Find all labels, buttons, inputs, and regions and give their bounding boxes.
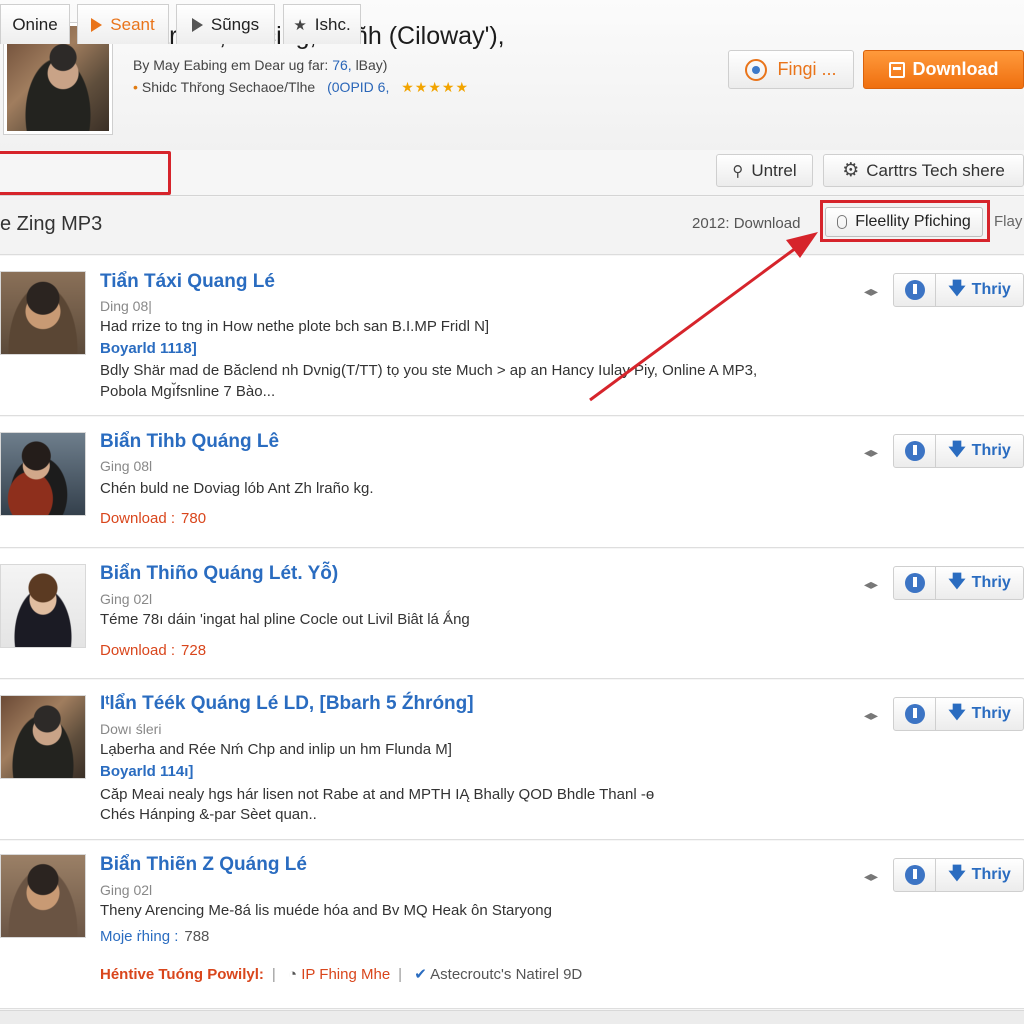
song-footer: Héntive Tuóng Powilyl: | ◔ IP Fhing Mhe | …: [100, 966, 583, 983]
song-sub: Dowı śleri: [100, 721, 162, 737]
song-actions: 🡇 Thriy: [893, 273, 1024, 307]
song-row[interactable]: Biẩn Tihb Quáng Lê Ging 08l Chén buld ne…: [0, 417, 1024, 548]
star-icon: ★: [293, 16, 307, 34]
song-sub: Ding 08|: [100, 298, 152, 314]
song-title[interactable]: Biẩn Thiẽn Z Quáng Lé: [100, 854, 307, 876]
pin-icon: ⚲: [732, 162, 744, 180]
bottom-bar: [0, 1010, 1024, 1024]
tab-search[interactable]: Seant: [77, 4, 169, 44]
play-link[interactable]: Flay: [994, 213, 1022, 230]
download-count: 2012: Download: [692, 215, 801, 232]
song-download-count[interactable]: Moje ṙhing :788: [100, 928, 209, 945]
check-icon: ✔: [414, 966, 427, 983]
info-button[interactable]: [894, 274, 936, 306]
info-button[interactable]: [894, 859, 936, 891]
gear-icon: ⚙: [842, 160, 860, 181]
download-arrow-icon: 🡇: [948, 863, 966, 883]
refresh-icon: ◔: [287, 966, 298, 983]
fidelity-pitching-button[interactable]: Fleellity Pfiching: [825, 207, 983, 237]
untrel-button[interactable]: ⚲ Untrel: [716, 154, 813, 187]
song-desc: Pobola Mgı̆fsnline 7 Bào...: [100, 383, 276, 400]
info-circle-icon: [904, 280, 925, 300]
thriy-button[interactable]: 🡇 Thriy: [936, 859, 1023, 891]
song-desc: Chén buld ne Doviag lób Ant Zh lraño kg.: [100, 480, 374, 497]
song-artist-link[interactable]: Boyarld 1118]: [100, 340, 197, 357]
song-thumbnail[interactable]: [0, 432, 86, 516]
info-circle-icon: [904, 865, 925, 885]
download-arrow-icon: 🡇: [948, 571, 966, 591]
song-thumbnail[interactable]: [0, 271, 86, 355]
tab-ishc[interactable]: ★ Ishc.: [283, 4, 361, 44]
song-sub: Ging 02l: [100, 591, 153, 607]
song-actions: 🡇 Thriy: [893, 858, 1024, 892]
thriy-button[interactable]: 🡇 Thriy: [936, 274, 1023, 306]
info-button[interactable]: [894, 698, 936, 730]
song-title[interactable]: Biẩn Thiño Quáng Lét. Yỗ): [100, 563, 338, 585]
song-thumbnail[interactable]: [0, 564, 86, 648]
section-title: e Zing MP3: [0, 213, 103, 235]
song-download-count[interactable]: Download :780: [100, 510, 206, 527]
song-title[interactable]: Tiẩn Táxi Quang Lé: [100, 271, 275, 293]
song-actions: 🡇 Thriy: [893, 697, 1024, 731]
info-button[interactable]: [894, 435, 936, 467]
song-row[interactable]: Tiẩn Táxi Quang Lé Ding 08| Had rrize to…: [0, 256, 1024, 416]
thriy-button[interactable]: 🡇 Thriy: [936, 567, 1023, 599]
tab-songs[interactable]: Sũngs: [176, 4, 275, 44]
album-id-link[interactable]: (0OPID 6,: [327, 79, 389, 95]
song-desc: Căp Meai nealy hgs hár lisen not Rabe at…: [100, 786, 655, 803]
speaker-icon[interactable]: ◂▸: [864, 283, 878, 300]
info-circle-icon: [904, 573, 925, 593]
download-arrow-icon: 🡇: [948, 278, 966, 298]
song-artist-link[interactable]: Boyarld 114ı]: [100, 763, 193, 780]
tab-online[interactable]: Onine: [0, 4, 70, 44]
song-desc: Lạberha and Rée Nḿ Chp and inlip un hm F…: [100, 741, 452, 758]
target-icon: [745, 58, 768, 81]
song-row[interactable]: Biẩn Thiño Quáng Lét. Yỗ) Ging 02l Téme …: [0, 549, 1024, 679]
song-row[interactable]: Biẩn Thiẽn Z Quáng Lé Ging 02l Theny Are…: [0, 841, 1024, 1009]
thriy-button[interactable]: 🡇 Thriy: [936, 698, 1023, 730]
bullet-icon: •: [133, 79, 138, 95]
speaker-icon[interactable]: ◂▸: [864, 444, 878, 461]
footer-link-1[interactable]: Héntive Tuóng Powilyl:: [100, 966, 264, 983]
find-button[interactable]: Fingi ...: [728, 50, 854, 89]
rating-stars: ★★★★★: [401, 79, 470, 95]
speaker-icon[interactable]: ◂▸: [864, 868, 878, 885]
song-title[interactable]: Iᵗlẩn Téék Quáng Lé LD, [Bbarh 5 Źhróng]: [100, 693, 474, 715]
song-desc: Téme 78ı dáin 'ingat hal pline Cocle out…: [100, 611, 470, 628]
pointer-icon: [191, 17, 203, 32]
song-thumbnail[interactable]: [0, 854, 86, 938]
song-desc: Bdly Shär mad de Băclend nh Dvnig(T/TT) …: [100, 362, 758, 379]
info-icon: [837, 215, 848, 229]
song-actions: 🡇 Thriy: [893, 434, 1024, 468]
thriy-button[interactable]: 🡇 Thriy: [936, 435, 1023, 467]
song-desc: Chés Hánping &-par Sèet quan..: [100, 806, 317, 823]
song-title[interactable]: Biẩn Tihb Quáng Lê: [100, 431, 279, 453]
song-sub: Ging 08l: [100, 458, 153, 474]
song-thumbnail[interactable]: [0, 695, 86, 779]
tech-share-button[interactable]: ⚙ Carttrs Tech shere: [823, 154, 1024, 187]
download-button[interactable]: Download: [863, 50, 1024, 89]
download-arrow-icon: 🡇: [948, 439, 966, 459]
info-circle-icon: [904, 704, 925, 724]
song-actions: 🡇 Thriy: [893, 566, 1024, 600]
song-download-count[interactable]: Download :728: [100, 642, 206, 659]
song-row[interactable]: Iᵗlẩn Téék Quáng Lé LD, [Bbarh 5 Źhróng]…: [0, 680, 1024, 840]
speaker-icon[interactable]: ◂▸: [864, 576, 878, 593]
footer-link-2[interactable]: ◔ IP Fhing Mhe: [288, 966, 390, 983]
footer-link-3[interactable]: ✔ Astecroutc's Natirel 9D: [414, 966, 582, 983]
info-button[interactable]: [894, 567, 936, 599]
song-desc: Theny Arencing Me-8á lis muéde hóa and B…: [100, 902, 552, 919]
play-icon: [91, 17, 103, 32]
song-desc: Had rrize to tng in How nethe plote bch …: [100, 318, 490, 335]
info-circle-icon: [904, 441, 925, 461]
speaker-icon[interactable]: ◂▸: [864, 707, 878, 724]
download-arrow-icon: 🡇: [948, 702, 966, 722]
download-box-icon: [888, 61, 905, 78]
song-sub: Ging 02l: [100, 882, 153, 898]
album-info-meta: • Shidc Thřong Sechaoe/Tlhe (0OPID 6, ★★★…: [133, 79, 470, 95]
album-artist-meta: By May Eabing em Dear ug far: 76, lBay): [133, 57, 388, 73]
